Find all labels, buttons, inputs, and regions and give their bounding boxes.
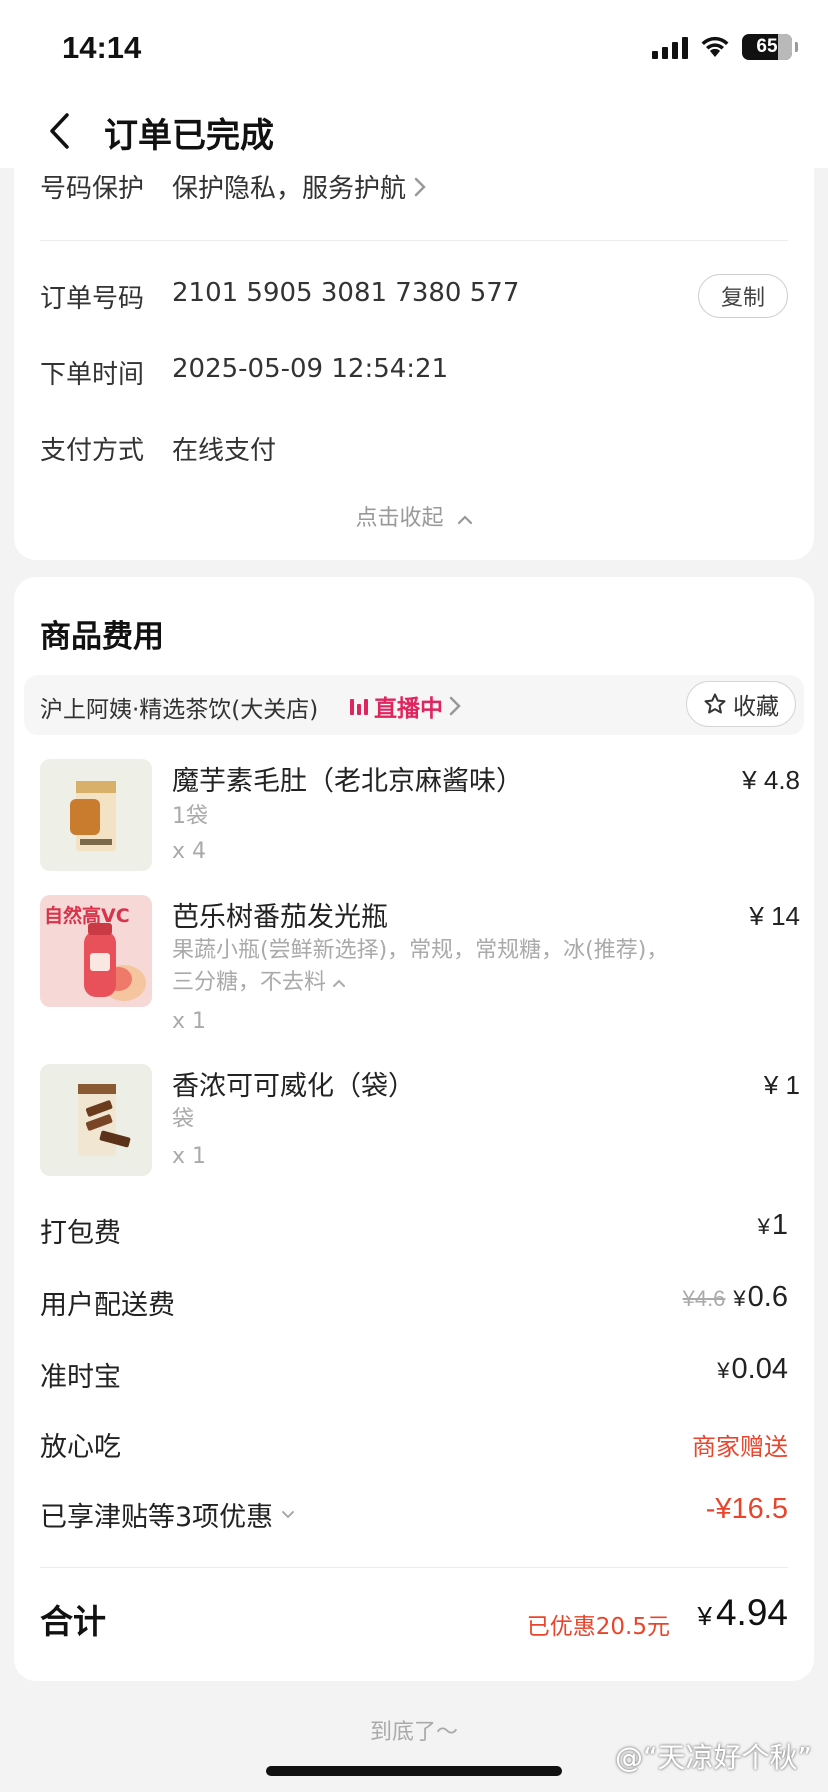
food-safety-label: 放心吃: [40, 1432, 121, 1463]
delivery-fee-label: 用户配送费: [40, 1290, 175, 1321]
product-item[interactable]: 魔芋素毛肚（老北京麻酱味） 1袋 x 4 ¥ 4.8: [40, 759, 800, 875]
total-value: ¥4.94: [697, 1592, 788, 1633]
ontime-guarantee-value: ¥0.04: [717, 1353, 788, 1385]
delivery-fee-value: ¥4.6 ¥0.6: [682, 1281, 788, 1313]
product-spec: 袋: [172, 1107, 195, 1132]
copy-button[interactable]: 复制: [698, 274, 788, 318]
status-time: 14:14: [62, 30, 142, 65]
status-bar: 14:14 65: [0, 0, 828, 96]
chevron-up-icon: [457, 515, 472, 525]
status-icons: 65: [652, 34, 798, 60]
store-name: 沪上阿姨·精选茶饮(大关店): [40, 697, 319, 723]
order-time-label: 下单时间: [40, 360, 145, 390]
product-price: ¥ 4.8: [742, 765, 800, 795]
chevron-right-icon: [414, 177, 426, 196]
collapse-label: 点击收起: [355, 506, 444, 531]
store-bar[interactable]: 沪上阿姨·精选茶饮(大关店) 直播中 收藏: [24, 675, 804, 735]
product-quantity: x 1: [172, 1144, 207, 1169]
live-badge[interactable]: 直播中: [350, 689, 461, 723]
collapse-link[interactable]: 点击收起: [14, 500, 814, 532]
divider: [40, 240, 788, 241]
total-label: 合计: [40, 1602, 106, 1641]
packing-fee-value: ¥1: [757, 1209, 788, 1241]
live-label: 直播中: [374, 696, 443, 722]
saved-amount: 已优惠20.5元: [526, 1614, 670, 1640]
battery-icon: 65: [742, 34, 798, 60]
product-spec: 果蔬小瓶(尝鲜新选择)，常规，常规糖，冰(推荐)，: [172, 938, 669, 963]
live-icon: [350, 697, 368, 715]
privacy-label: 号码保护: [40, 174, 145, 204]
chevron-up-icon: [333, 979, 346, 987]
product-name: 香浓可可威化（袋）: [172, 1071, 415, 1102]
privacy-value: 保护隐私，服务护航: [172, 174, 407, 204]
nav-bar: 订单已完成: [0, 96, 828, 168]
product-price: ¥ 14: [749, 901, 800, 931]
privacy-link[interactable]: 保护隐私，服务护航: [172, 168, 426, 205]
product-name: 魔芋素毛肚（老北京麻酱味）: [172, 766, 523, 797]
discount-toggle[interactable]: 已享津贴等3项优惠: [40, 1495, 295, 1534]
favorite-label: 收藏: [733, 694, 779, 720]
delivery-fee-original: ¥4.6: [682, 1286, 726, 1311]
discount-label: 已享津贴等3项优惠: [40, 1502, 274, 1533]
section-title: 商品费用: [40, 619, 164, 655]
watermark: @“天凉好个秋”: [614, 1741, 812, 1774]
favorite-button[interactable]: 收藏: [686, 681, 796, 727]
food-safety-value: 商家赠送: [692, 1433, 788, 1461]
product-quantity: x 1: [172, 1009, 207, 1034]
product-spec-line2: 三分糖，不去料: [172, 970, 327, 995]
product-image: 自然高VC: [40, 895, 152, 1007]
chevron-right-icon: [449, 696, 461, 716]
product-fees-card: 商品费用 沪上阿姨·精选茶饮(大关店) 直播中 收藏 魔芋素毛肚（老北京麻酱味）…: [14, 577, 814, 1681]
wifi-icon: [701, 36, 729, 57]
product-image: [40, 759, 152, 871]
product-price: ¥ 1: [763, 1070, 800, 1100]
order-time-value: 2025-05-09 12:54:21: [172, 354, 449, 384]
product-spec-more[interactable]: 三分糖，不去料: [172, 967, 346, 999]
payment-method-value: 在线支付: [172, 436, 277, 466]
product-spec: 1袋: [172, 804, 208, 829]
product-image: [40, 1064, 152, 1176]
ontime-guarantee-label: 准时宝: [40, 1362, 121, 1393]
discount-value: -¥16.5: [705, 1493, 788, 1525]
chevron-down-icon: [282, 1511, 295, 1519]
divider: [40, 1567, 788, 1568]
product-quantity: x 4: [172, 839, 207, 864]
page-title: 订单已完成: [104, 116, 274, 156]
product-item[interactable]: 香浓可可威化（袋） 袋 x 1 ¥ 1: [40, 1064, 800, 1180]
back-button[interactable]: [40, 106, 80, 156]
product-item[interactable]: 自然高VC 芭乐树番茄发光瓶 果蔬小瓶(尝鲜新选择)，常规，常规糖，冰(推荐)，…: [40, 895, 800, 1045]
product-name: 芭乐树番茄发光瓶: [172, 902, 388, 933]
order-number-value: 2101 5905 3081 7380 577: [172, 278, 520, 308]
chevron-left-icon: [50, 113, 69, 149]
payment-method-label: 支付方式: [40, 436, 145, 466]
packing-fee-label: 打包费: [40, 1218, 121, 1249]
battery-level: 65: [756, 36, 778, 57]
star-icon: [704, 693, 726, 714]
order-number-label: 订单号码: [40, 284, 145, 314]
signal-icon: [652, 35, 688, 59]
product-image-caption: 自然高VC: [44, 905, 130, 927]
order-info-card: 号码保护 保护隐私，服务护航 订单号码 2101 5905 3081 7380 …: [14, 150, 814, 560]
home-indicator[interactable]: [266, 1766, 562, 1776]
